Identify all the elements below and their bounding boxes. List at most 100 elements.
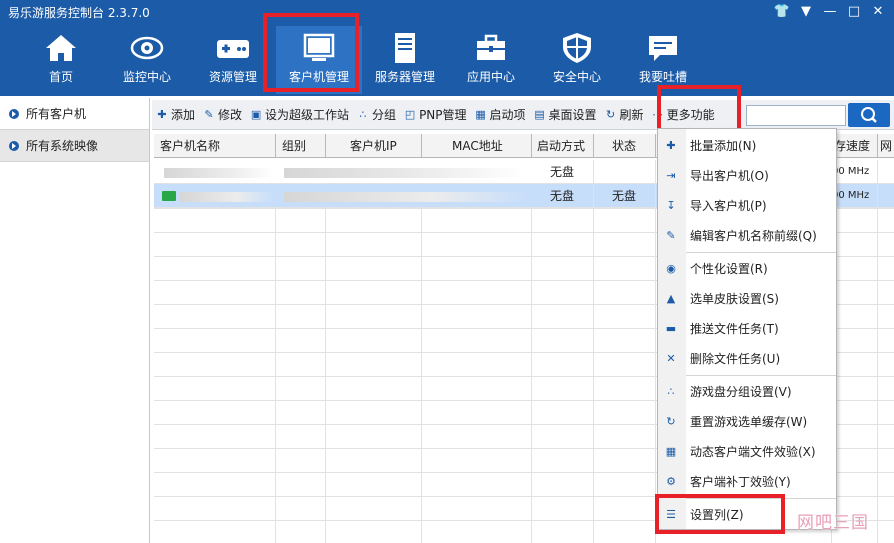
menu-separator — [686, 498, 836, 499]
group-button[interactable]: ∴ 分组 — [353, 104, 400, 126]
menu-separator — [686, 375, 836, 376]
menu-item-push-file[interactable]: ▬ 推送文件任务(T) — [658, 314, 836, 344]
sidebar-item-system-images[interactable]: 所有系统映像 — [0, 130, 149, 162]
minimize-icon[interactable]: — — [820, 2, 840, 22]
column-header[interactable]: 客户机IP — [326, 134, 422, 158]
menu-item-edit-prefix[interactable]: ✎ 编辑客户机名称前缀(Q) — [658, 221, 836, 251]
boot-cell: 无盘 — [532, 184, 594, 208]
patch-icon: ⚙ — [666, 475, 676, 488]
nav-feedback[interactable]: 我要吐槽 — [620, 26, 706, 94]
nav-home[interactable]: 首页 — [18, 26, 104, 94]
maximize-icon[interactable]: □ — [844, 2, 864, 22]
column-header[interactable]: 状态 — [594, 134, 656, 158]
nav-label: 资源管理 — [208, 70, 257, 84]
columns-icon: ☰ — [666, 508, 676, 521]
delete-icon: ✕ — [666, 352, 676, 365]
more-functions-button[interactable]: ⋯ 更多功能 — [648, 104, 719, 126]
nav-security[interactable]: 安全中心 — [534, 26, 620, 94]
nav-client[interactable]: 客户机管理 — [276, 26, 362, 94]
top-bar: 易乐游服务控制台 2.3.7.0 👕 ▼ — □ ✕ 首页 监控中心 资源管理 — [0, 0, 894, 96]
close-icon[interactable]: ✕ — [868, 2, 888, 22]
refresh-button[interactable]: ↻ 刷新 — [601, 104, 648, 126]
menu-item-skin[interactable]: ▲ 选单皮肤设置(S) — [658, 284, 836, 314]
column-header[interactable]: MAC地址 — [422, 134, 532, 158]
desktop-settings-button[interactable]: ▤ 桌面设置 — [530, 104, 601, 126]
left-panel: 所有客户机 所有系统映像 — [0, 98, 150, 543]
nav-monitor[interactable]: 监控中心 — [104, 26, 190, 94]
window-controls: 👕 ▼ — □ ✕ — [772, 2, 888, 22]
nav-label: 应用中心 — [466, 70, 515, 84]
nav-label: 首页 — [48, 70, 73, 84]
nav-label: 客户机管理 — [288, 70, 349, 84]
eye-icon — [130, 36, 164, 60]
monitor-icon — [303, 33, 335, 61]
column-header[interactable]: 存速度 — [832, 134, 878, 158]
dropdown-icon[interactable]: ▼ — [796, 2, 816, 22]
watermark: 网吧三国 — [797, 513, 869, 533]
menu-separator — [686, 252, 836, 253]
skin-icon: ▲ — [666, 292, 676, 305]
desktop-icon: ▤ — [534, 107, 545, 121]
workstation-icon: ▣ — [250, 107, 262, 121]
batch-add-icon: ✚ — [666, 139, 676, 152]
status-cell: 无盘 — [594, 184, 656, 208]
server-icon — [395, 33, 415, 63]
shield-icon — [563, 33, 591, 63]
nav-label: 我要吐槽 — [638, 70, 687, 84]
nav-server[interactable]: 服务器管理 — [362, 26, 448, 94]
nav-app-center[interactable]: 应用中心 — [448, 26, 534, 94]
nav-label: 服务器管理 — [374, 70, 435, 84]
skin-icon[interactable]: 👕 — [772, 2, 792, 22]
game-disk-icon: ∴ — [667, 385, 675, 398]
menu-item-dynamic-verify[interactable]: ▦ 动态客户端文件效验(X) — [658, 437, 836, 467]
verify-icon: ▦ — [665, 445, 677, 458]
column-header[interactable]: 网 — [878, 134, 894, 158]
menu-item-import[interactable]: ↧ 导入客户机(P) — [658, 191, 836, 221]
main-nav: 首页 监控中心 资源管理 客户机管理 服务器管理 应用中心 安全中心 我要吐槽 — [18, 26, 706, 96]
sidebar-item-all-clients[interactable]: 所有客户机 — [0, 98, 149, 130]
gamepad-icon — [217, 40, 249, 58]
sidebar-item-label: 所有系统映像 — [26, 139, 99, 153]
edit-button[interactable]: ✎ 修改 — [199, 104, 246, 126]
menu-item-game-disk[interactable]: ∴ 游戏盘分组设置(V) — [658, 377, 836, 407]
toolbox-icon — [477, 34, 505, 60]
sidebar-item-label: 所有客户机 — [26, 107, 87, 121]
column-header[interactable]: 组别 — [276, 134, 326, 158]
menu-item-personalize[interactable]: ◉ 个性化设置(R) — [658, 254, 836, 284]
menu-item-patch-verify[interactable]: ⚙ 客户端补丁效验(Y) — [658, 467, 836, 497]
add-button[interactable]: ✚ 添加 — [152, 104, 199, 126]
menu-item-export[interactable]: ⇥ 导出客户机(O) — [658, 161, 836, 191]
arrow-circle-icon — [9, 141, 19, 151]
menu-item-batch-add[interactable]: ✚ 批量添加(N) — [658, 131, 836, 161]
status-cell — [594, 160, 656, 184]
arrow-circle-icon — [9, 109, 19, 119]
pnp-icon: ◰ — [404, 107, 416, 121]
search-input[interactable] — [746, 105, 846, 126]
speed-cell: 00 MHz — [832, 160, 878, 184]
startup-button[interactable]: ▦ 启动项 — [471, 104, 530, 126]
redacted-name — [164, 168, 274, 178]
nav-resource[interactable]: 资源管理 — [190, 26, 276, 94]
personalize-icon: ◉ — [666, 262, 676, 275]
menu-item-delete-file[interactable]: ✕ 删除文件任务(U) — [658, 344, 836, 374]
edit-icon: ✎ — [204, 107, 214, 121]
super-workstation-button[interactable]: ▣ 设为超级工作站 — [246, 104, 353, 126]
speed-cell: 00 MHz — [832, 184, 878, 208]
startup-icon: ▦ — [475, 107, 486, 121]
home-icon — [46, 35, 76, 61]
pnp-button[interactable]: ◰ PNP管理 — [400, 104, 470, 126]
redacted-name — [180, 192, 274, 202]
chat-icon — [649, 36, 677, 61]
edit-prefix-icon: ✎ — [666, 229, 676, 242]
column-header[interactable]: 启动方式 — [532, 134, 594, 158]
redacted-ip — [284, 168, 524, 178]
export-icon: ⇥ — [666, 169, 676, 182]
more-icon: ⋯ — [652, 107, 664, 121]
search-button[interactable] — [848, 103, 890, 127]
column-header[interactable]: 客户机名称 — [154, 134, 276, 158]
more-functions-menu: ✚ 批量添加(N) ⇥ 导出客户机(O) ↧ 导入客户机(P) ✎ 编辑客户机名称前缀(… — [657, 128, 837, 530]
client-online-icon — [162, 191, 176, 201]
boot-cell: 无盘 — [532, 160, 594, 184]
menu-item-reset-cache[interactable]: ↻ 重置游戏选单缓存(W) — [658, 407, 836, 437]
window-title: 易乐游服务控制台 2.3.7.0 — [8, 6, 150, 20]
